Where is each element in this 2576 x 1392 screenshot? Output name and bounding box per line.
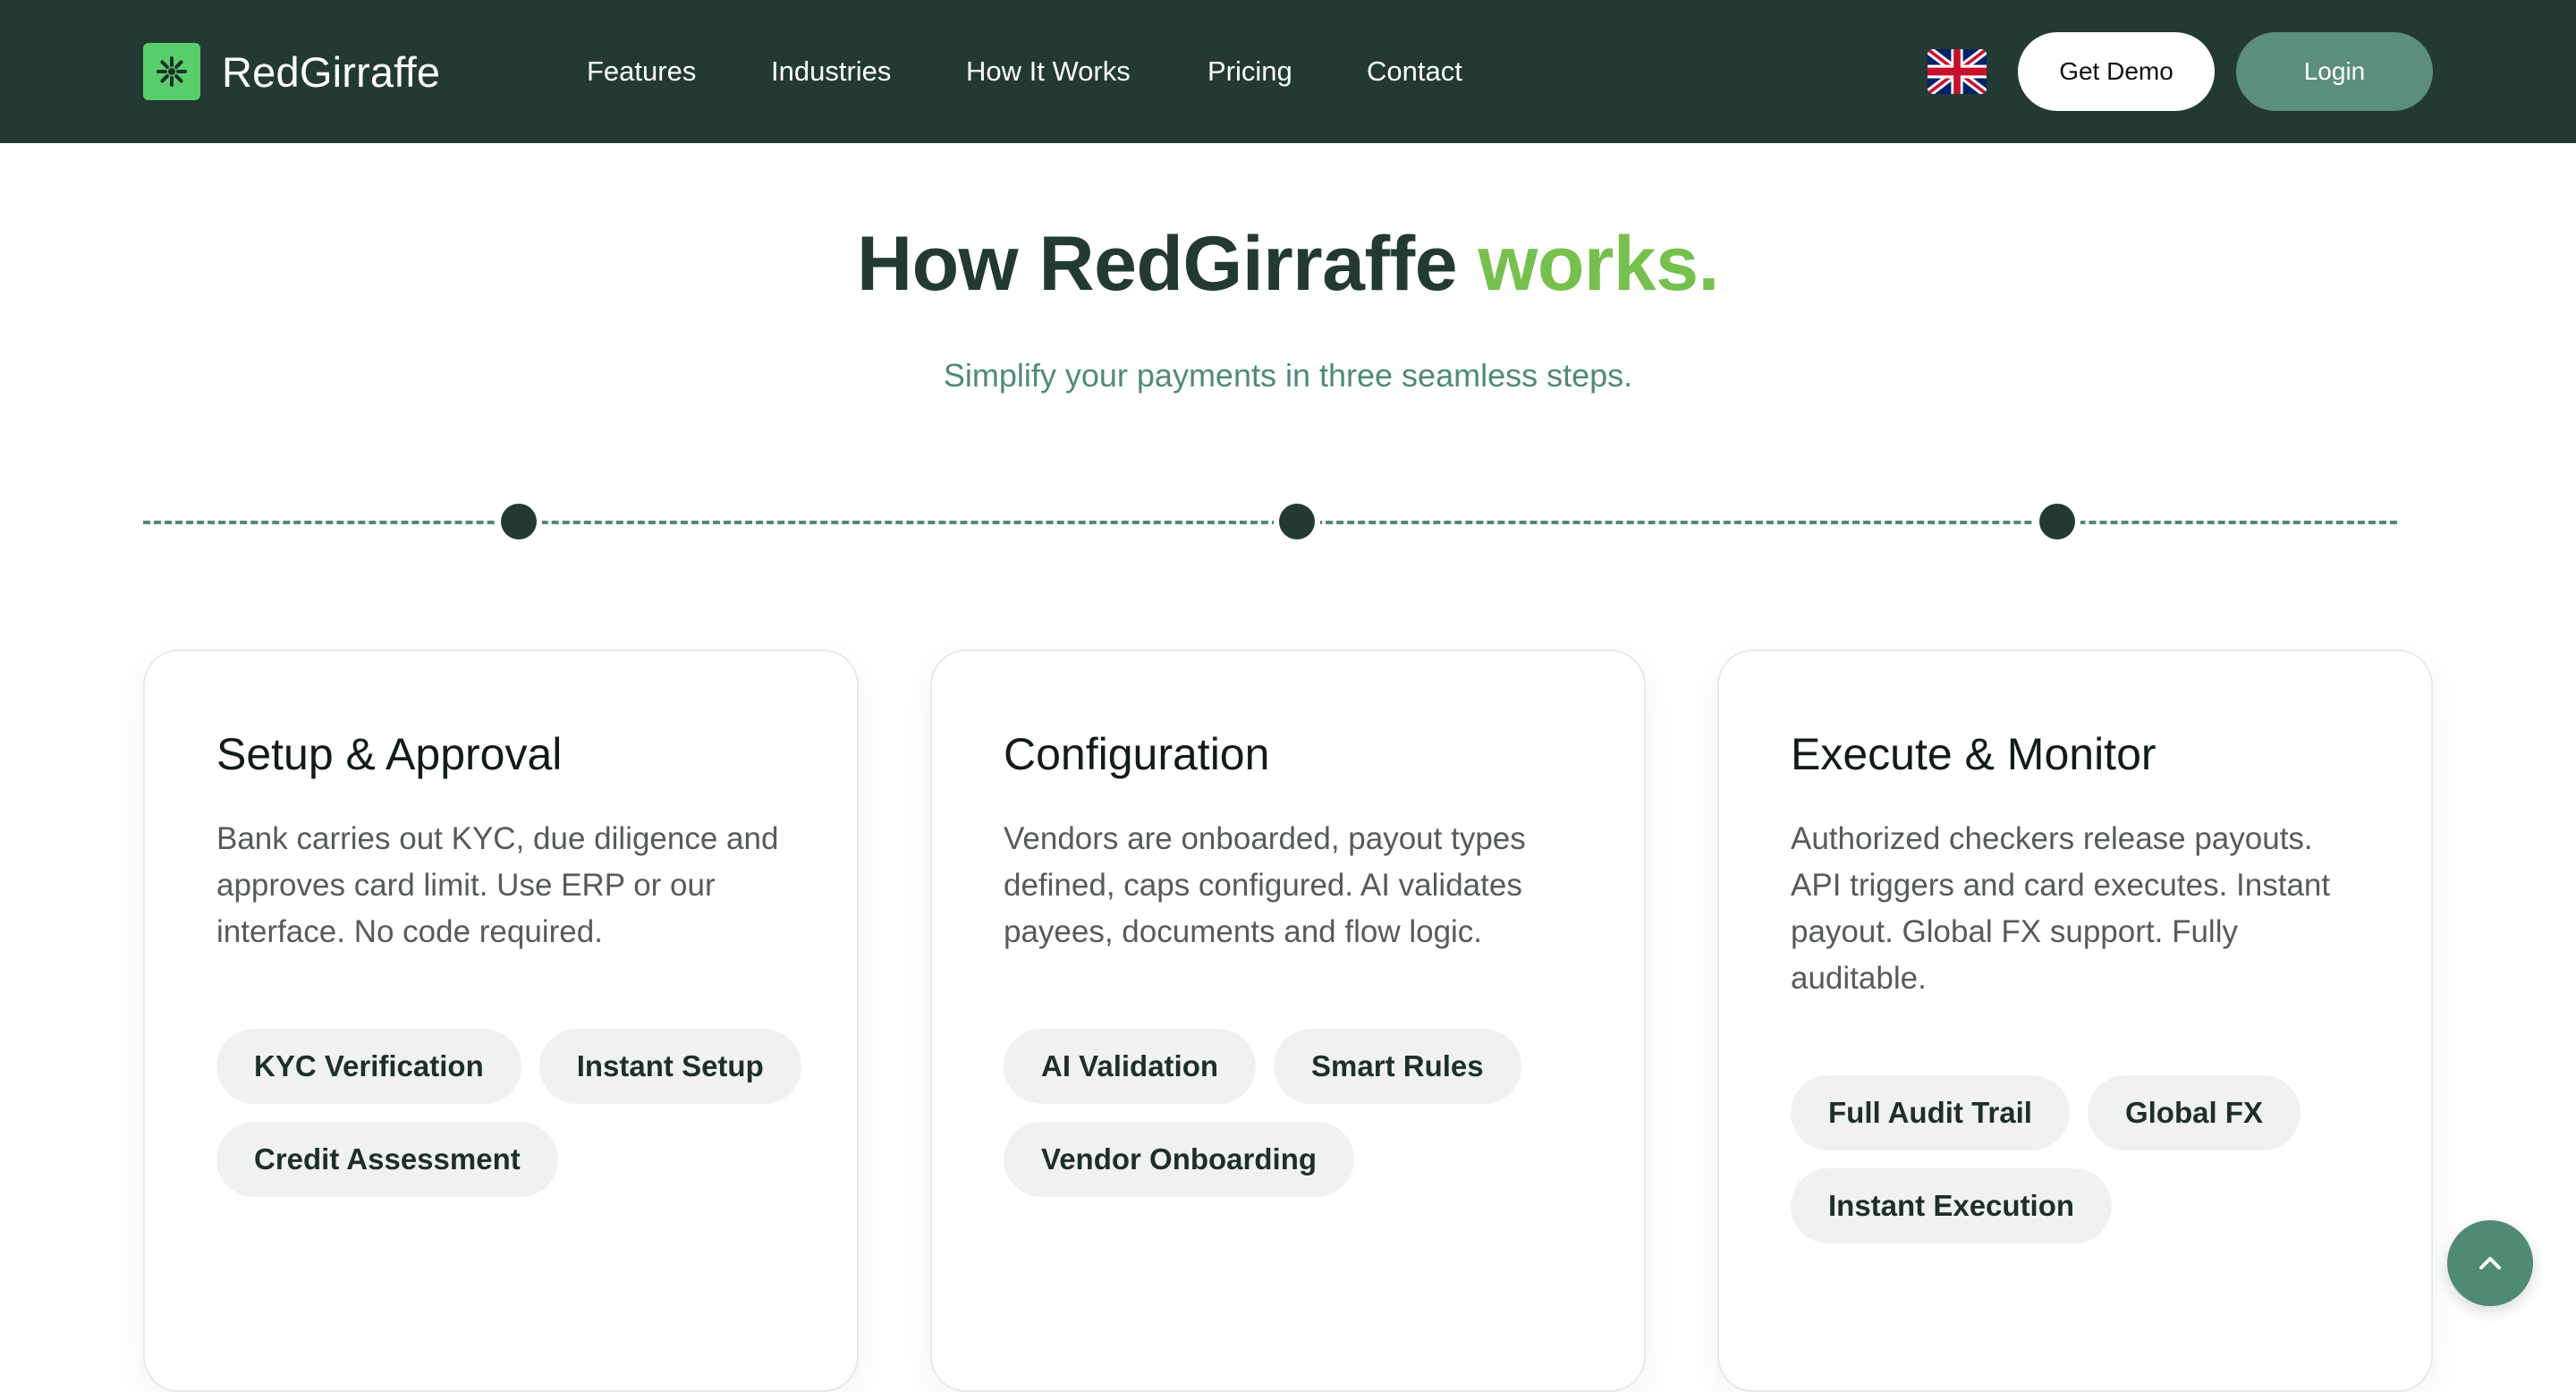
tag-instant-execution: Instant Execution [1791,1168,2113,1243]
timeline-step-1-dot [501,504,537,539]
tag-ai-validation: AI Validation [1004,1029,1257,1104]
step-card-configuration: Configuration Vendors are onboarded, pay… [930,649,1646,1392]
section-title-accent: works. [1478,221,1720,307]
step-card-title: Configuration [1004,729,1270,779]
step-card-setup: Setup & Approval Bank carries out KYC, d… [143,649,859,1392]
step-card-description: Vendors are onboarded, payout types defi… [1004,821,1526,949]
step-card-execute: Execute & Monitor Authorized checkers re… [1717,649,2433,1392]
nav-link-how-it-works[interactable]: How It Works [966,50,1131,93]
section-title-main: How RedGirraffe [857,221,1458,307]
step-card-tags: KYC Verification Instant Setup Credit As… [216,1029,807,1197]
step-card-tags: AI Validation Smart Rules Vendor Onboard… [1004,1029,1594,1197]
tag-kyc-verification: KYC Verification [216,1029,521,1104]
step-card-title: Setup & Approval [216,729,563,779]
brand-logo-icon [143,43,200,100]
brand-name: RedGirraffe [222,47,441,96]
section-title: How RedGirraffe works. [0,215,2576,313]
scroll-to-top-button[interactable] [2447,1220,2533,1306]
brand[interactable]: RedGirraffe [143,43,440,100]
nav-link-contact[interactable]: Contact [1367,50,1462,93]
uk-flag-icon[interactable] [1928,49,1987,94]
step-card-description: Bank carries out KYC, due diligence and … [216,821,779,949]
chevron-up-icon [2479,1257,2501,1269]
nav-link-industries[interactable]: Industries [771,50,891,93]
nav-link-features[interactable]: Features [587,50,696,93]
get-demo-button[interactable]: Get Demo [2018,32,2215,111]
tag-global-fx: Global FX [2087,1075,2301,1150]
timeline-step-3-dot [2039,504,2075,539]
step-card-title: Execute & Monitor [1791,729,2157,779]
tag-credit-assessment: Credit Assessment [216,1122,558,1197]
steps-timeline [143,504,2397,539]
step-card-description: Authorized checkers release payouts. API… [1791,821,2331,996]
top-navbar: RedGirraffe Features Industries How It W… [0,0,2576,143]
tag-smart-rules: Smart Rules [1274,1029,1521,1104]
timeline-step-2-dot [1279,504,1315,539]
login-button[interactable]: Login [2236,32,2433,111]
nav-link-pricing[interactable]: Pricing [1208,50,1292,93]
section-subtitle: Simplify your payments in three seamless… [943,357,1633,394]
tag-instant-setup: Instant Setup [538,1029,801,1104]
step-card-tags: Full Audit Trail Global FX Instant Execu… [1791,1075,2381,1243]
tag-full-audit-trail: Full Audit Trail [1791,1075,2070,1150]
tag-vendor-onboarding: Vendor Onboarding [1004,1122,1355,1197]
